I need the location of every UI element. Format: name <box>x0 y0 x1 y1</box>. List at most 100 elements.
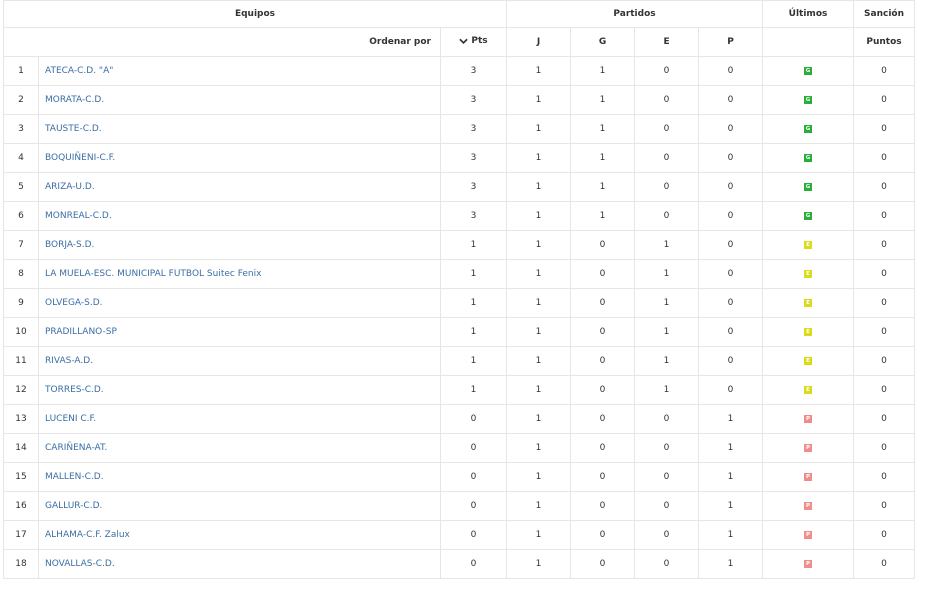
table-row: 15 MALLEN-C.D. 0 1 0 0 1 P 0 <box>3 462 916 492</box>
table-row: 6 MONREAL-C.D. 3 1 1 0 0 G 0 <box>3 201 916 231</box>
sancion-cell: 0 <box>853 462 916 492</box>
g-cell: 0 <box>570 259 636 289</box>
e-cell: 1 <box>634 288 700 318</box>
team-link[interactable]: TORRES-C.D. <box>45 385 104 395</box>
sancion-cell: 0 <box>853 520 916 550</box>
last-results-cell: G <box>762 114 855 144</box>
position-cell: 18 <box>3 549 39 579</box>
header-ultimos-empty <box>762 27 855 57</box>
j-cell: 1 <box>506 404 572 434</box>
team-link[interactable]: CARIÑENA-AT. <box>45 443 107 453</box>
position-cell: 13 <box>3 404 39 434</box>
pts-cell: 3 <box>439 85 508 115</box>
pts-cell: 1 <box>439 230 508 260</box>
result-badge: G <box>804 66 813 75</box>
team-link[interactable]: ARIZA-U.D. <box>45 182 95 192</box>
position-cell: 2 <box>3 85 39 115</box>
g-cell: 1 <box>570 56 636 86</box>
pts-cell: 0 <box>439 433 508 463</box>
position-cell: 12 <box>3 375 39 405</box>
team-cell: GALLUR-C.D. <box>38 491 441 521</box>
position-cell: 3 <box>3 114 39 144</box>
team-cell: LUCENI C.F. <box>38 404 441 434</box>
p-cell: 0 <box>698 56 764 86</box>
position-cell: 6 <box>3 201 39 231</box>
team-link[interactable]: TAUSTE-C.D. <box>45 124 102 134</box>
result-badge: G <box>804 211 813 220</box>
team-link[interactable]: OLVEGA-S.D. <box>45 298 103 308</box>
team-link[interactable]: NOVALLAS-C.D. <box>45 559 115 569</box>
sort-pts-control[interactable]: Pts <box>459 36 488 46</box>
table-row: 18 NOVALLAS-C.D. 0 1 0 0 1 P 0 <box>3 549 916 579</box>
p-cell: 1 <box>698 404 764 434</box>
last-results-cell: E <box>762 375 855 405</box>
sancion-cell: 0 <box>853 172 916 202</box>
team-link[interactable]: MALLEN-C.D. <box>45 472 104 482</box>
p-cell: 1 <box>698 433 764 463</box>
last-results-cell: E <box>762 288 855 318</box>
j-cell: 1 <box>506 549 572 579</box>
sort-pts-button[interactable]: Pts <box>439 27 508 57</box>
team-link[interactable]: ALHAMA-C.F. Zalux <box>45 530 130 540</box>
team-cell: ALHAMA-C.F. Zalux <box>38 520 441 550</box>
pts-cell: 1 <box>439 375 508 405</box>
position-cell: 16 <box>3 491 39 521</box>
sancion-cell: 0 <box>853 230 916 260</box>
team-cell: MALLEN-C.D. <box>38 462 441 492</box>
g-cell: 0 <box>570 404 636 434</box>
g-cell: 0 <box>570 375 636 405</box>
pts-cell: 3 <box>439 143 508 173</box>
team-link[interactable]: ATECA-C.D. "A" <box>45 66 113 76</box>
header-e: E <box>634 27 700 57</box>
j-cell: 1 <box>506 346 572 376</box>
position-cell: 11 <box>3 346 39 376</box>
p-cell: 0 <box>698 230 764 260</box>
header-j: J <box>506 27 572 57</box>
result-badge: P <box>804 559 813 568</box>
j-cell: 1 <box>506 56 572 86</box>
result-badge: E <box>804 298 813 307</box>
table-row: 7 BORJA-S.D. 1 1 0 1 0 E 0 <box>3 230 916 260</box>
header-sancion: Sanción <box>853 0 916 28</box>
team-link[interactable]: MORATA-C.D. <box>45 95 104 105</box>
table-row: 12 TORRES-C.D. 1 1 0 1 0 E 0 <box>3 375 916 405</box>
team-link[interactable]: PRADILLANO-SP <box>45 327 117 337</box>
team-link[interactable]: GALLUR-C.D. <box>45 501 102 511</box>
g-cell: 1 <box>570 201 636 231</box>
position-cell: 7 <box>3 230 39 260</box>
chevron-down-icon <box>459 38 469 44</box>
table-row: 17 ALHAMA-C.F. Zalux 0 1 0 0 1 P 0 <box>3 520 916 550</box>
j-cell: 1 <box>506 375 572 405</box>
team-link[interactable]: MONREAL-C.D. <box>45 211 112 221</box>
position-cell: 14 <box>3 433 39 463</box>
team-link[interactable]: RIVAS-A.D. <box>45 356 93 366</box>
table-row: 14 CARIÑENA-AT. 0 1 0 0 1 P 0 <box>3 433 916 463</box>
e-cell: 0 <box>634 114 700 144</box>
e-cell: 0 <box>634 172 700 202</box>
team-cell: ARIZA-U.D. <box>38 172 441 202</box>
j-cell: 1 <box>506 259 572 289</box>
j-cell: 1 <box>506 520 572 550</box>
table-row: 4 BOQUIÑENI-C.F. 3 1 1 0 0 G 0 <box>3 143 916 173</box>
last-results-cell: E <box>762 259 855 289</box>
team-link[interactable]: LUCENI C.F. <box>45 414 96 424</box>
last-results-cell: G <box>762 85 855 115</box>
j-cell: 1 <box>506 114 572 144</box>
sancion-cell: 0 <box>853 433 916 463</box>
team-cell: MONREAL-C.D. <box>38 201 441 231</box>
e-cell: 1 <box>634 346 700 376</box>
last-results-cell: E <box>762 346 855 376</box>
team-link[interactable]: BOQUIÑENI-C.F. <box>45 153 115 163</box>
e-cell: 0 <box>634 433 700 463</box>
team-cell: LA MUELA-ESC. MUNICIPAL FUTBOL Suitec Fe… <box>38 259 441 289</box>
g-cell: 1 <box>570 143 636 173</box>
team-cell: CARIÑENA-AT. <box>38 433 441 463</box>
team-link[interactable]: BORJA-S.D. <box>45 240 94 250</box>
team-link[interactable]: LA MUELA-ESC. MUNICIPAL FUTBOL Suitec Fe… <box>45 269 261 279</box>
p-cell: 1 <box>698 549 764 579</box>
pts-cell: 0 <box>439 462 508 492</box>
p-cell: 0 <box>698 375 764 405</box>
result-badge: P <box>804 443 813 452</box>
pts-cell: 1 <box>439 317 508 347</box>
sancion-cell: 0 <box>853 288 916 318</box>
